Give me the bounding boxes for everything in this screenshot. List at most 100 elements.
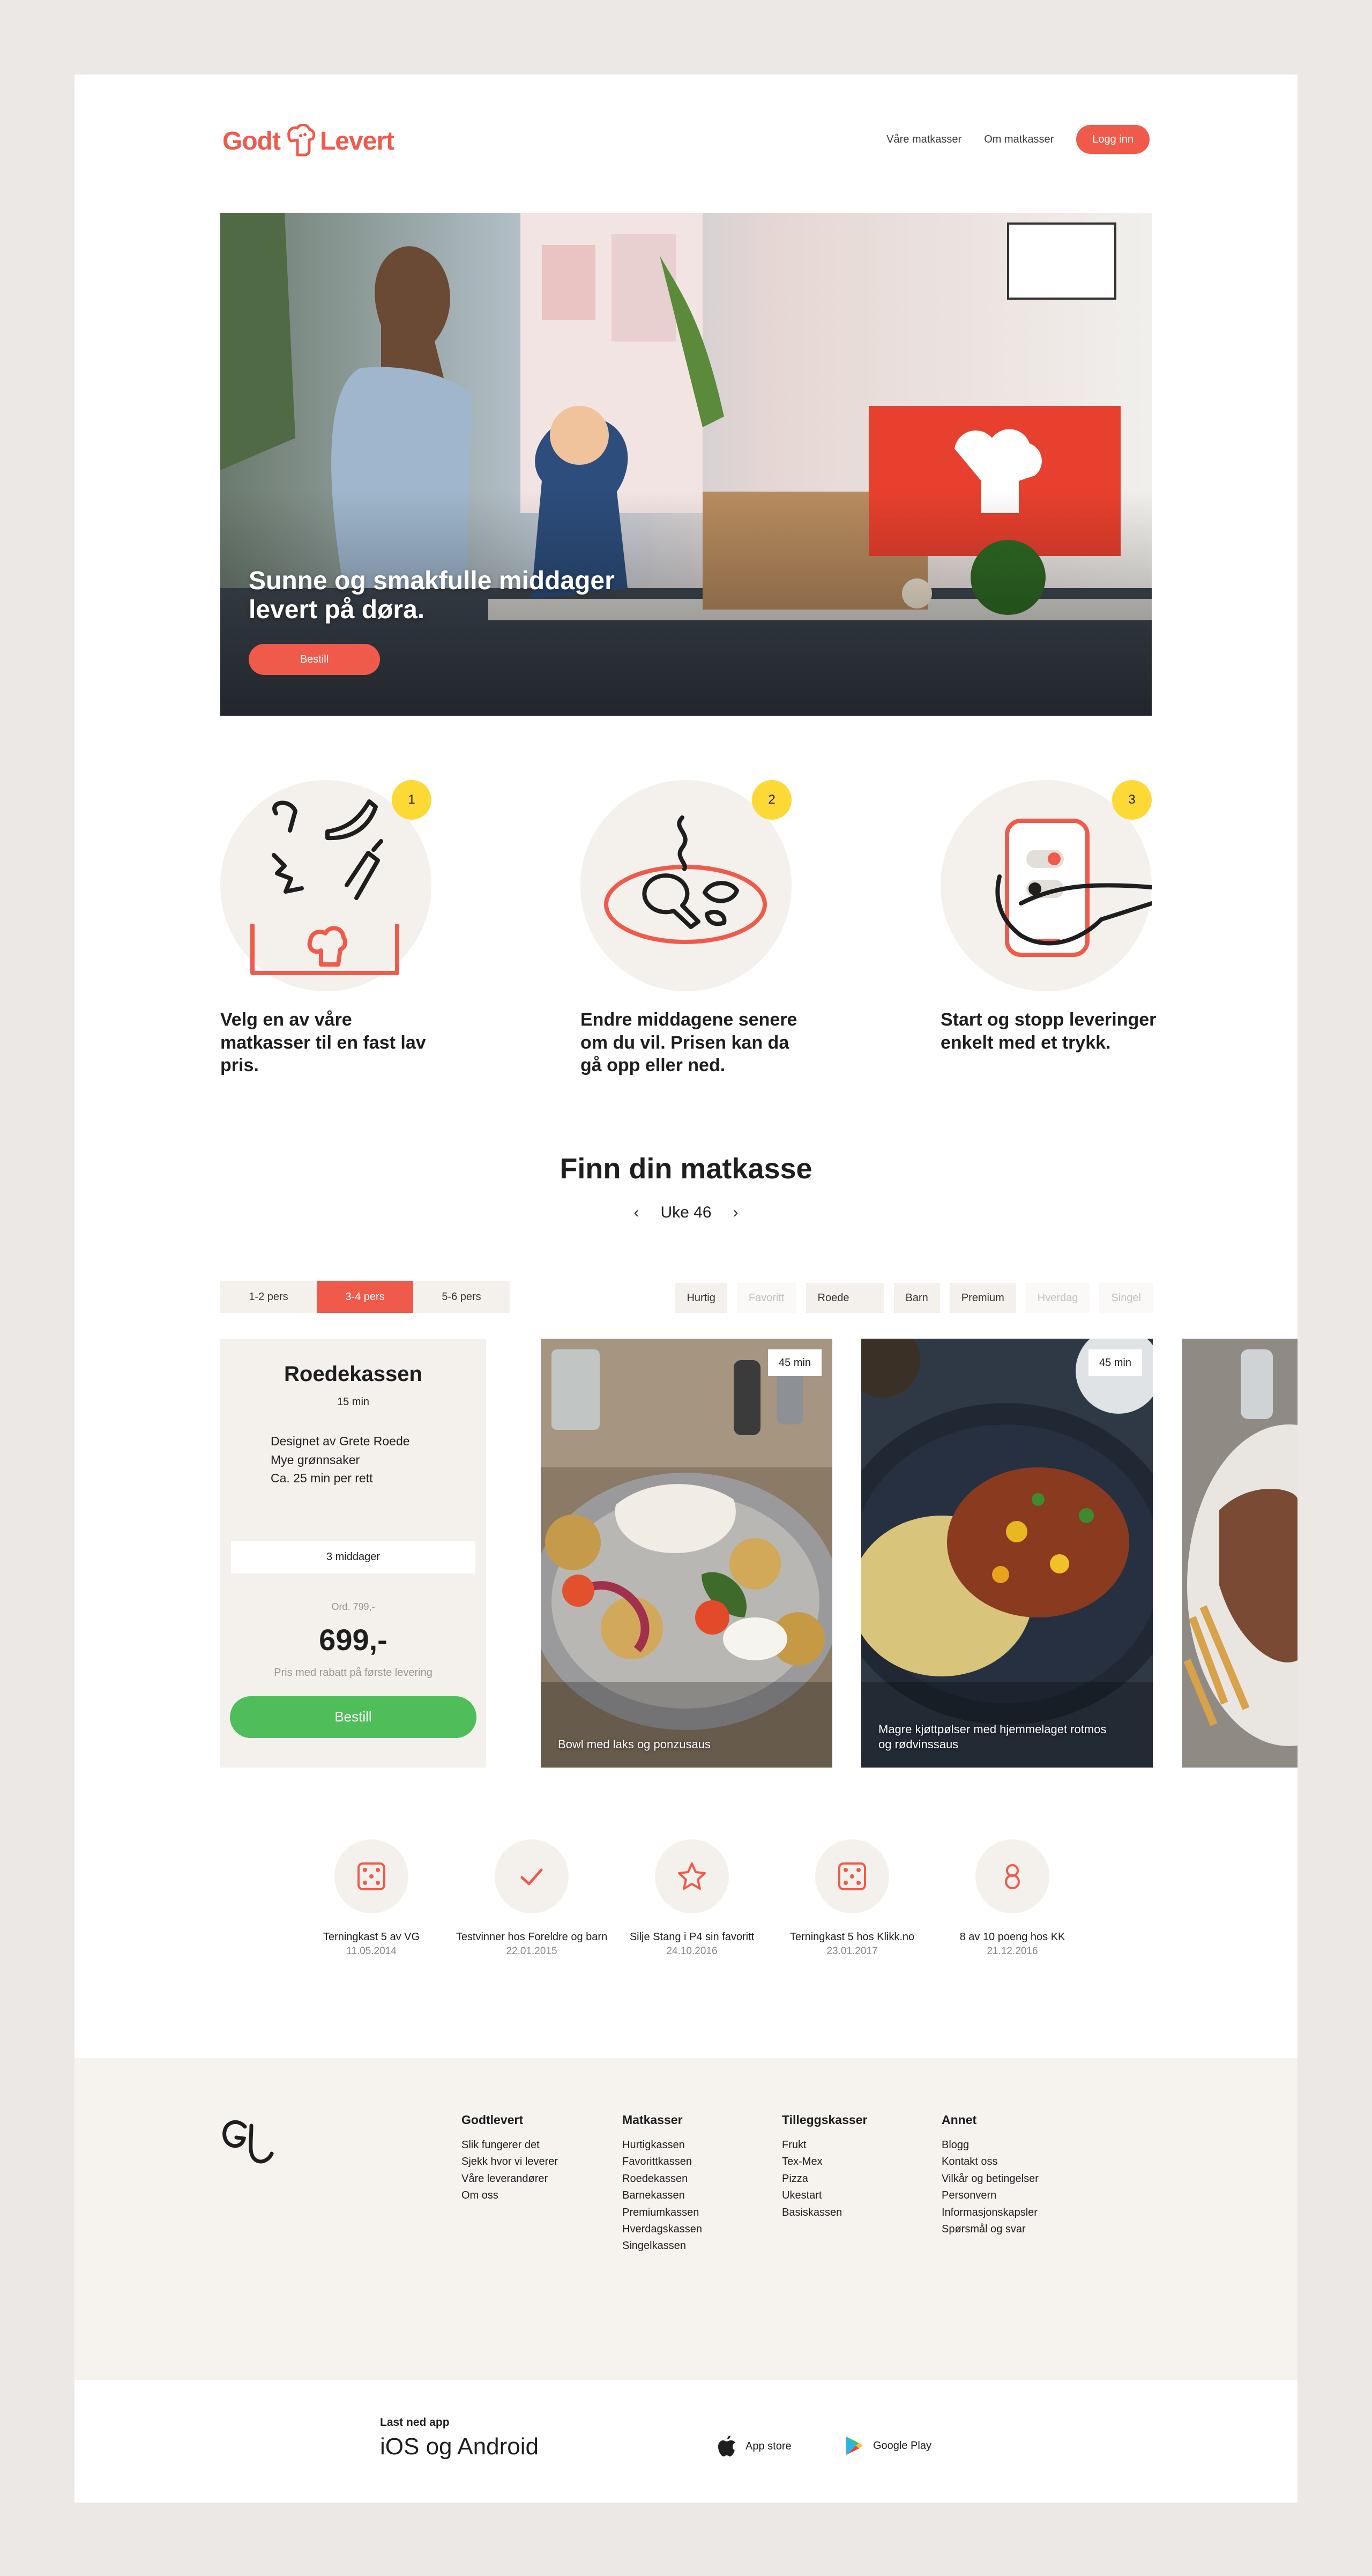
award-icon-wrap (975, 1839, 1049, 1913)
step-3-text: Start og stopp leveringer enkelt med et … (941, 1009, 1157, 1053)
award-date: 22.01.2015 (506, 1946, 557, 1957)
dish-card-partial[interactable] (1182, 1339, 1298, 1768)
step-3-badge: 3 (1112, 780, 1152, 820)
footer-link[interactable]: Våre leverandører (461, 2171, 558, 2187)
logo[interactable]: Godt Levert (222, 120, 394, 162)
app-download: Last ned app iOS og Android App store Go… (74, 2380, 1298, 2503)
check-icon (520, 1868, 543, 1885)
box-card: Roedekassen 15 min Designet av Grete Roe… (220, 1339, 486, 1768)
footer-link[interactable]: Favorittkassen (622, 2154, 702, 2170)
box-desc-line: Mye grønnsaker (271, 1452, 360, 1467)
app-store-label: App store (745, 2440, 792, 2452)
google-play-link[interactable]: Google Play (845, 2436, 931, 2456)
footer-link[interactable]: Singelkassen (622, 2238, 702, 2254)
footer-link[interactable]: Ukestart (782, 2187, 867, 2204)
week-selector: ‹ Uke 46 › (74, 1204, 1298, 1222)
google-play-label: Google Play (873, 2439, 931, 2452)
hero-image: Sunne og smakfulle middager levert på dø… (220, 213, 1152, 716)
footer-link[interactable]: Vilkår og betingelser (942, 2171, 1039, 2187)
discount-note: Pris med rabatt på første levering (274, 1666, 433, 1679)
dish-time-badge: 45 min (1088, 1349, 1142, 1376)
next-week-button[interactable]: › (733, 1204, 739, 1222)
footer-link[interactable]: Informasjonskapsler (942, 2204, 1039, 2221)
footer-link[interactable]: Basiskassen (782, 2204, 867, 2221)
footer-link[interactable]: Tex-Mex (782, 2154, 867, 2170)
award: Testvinner hos Foreldre og barn 22.01.20… (451, 1839, 612, 1957)
filter-singel[interactable]: Singel (1099, 1283, 1153, 1313)
dish-card[interactable]: 45 min Magre kjøttpølser med hjemmelaget… (861, 1339, 1153, 1768)
filter-hurtig[interactable]: Hurtig (675, 1283, 727, 1313)
step-1-badge: 1 (392, 780, 431, 820)
award-title: Terningkast 5 av VG (323, 1931, 420, 1943)
dice-icon (357, 1862, 385, 1890)
app-label: Last ned app (380, 2416, 450, 2429)
step-2-text: Endre middagene senere om du vil. Prisen… (580, 1009, 797, 1075)
app-store-link[interactable]: App store (718, 2436, 792, 2457)
award-icon-wrap (815, 1839, 889, 1913)
award-icon-wrap (334, 1839, 408, 1913)
dish-name: Magre kjøttpølser med hjemmelaget rotmos… (878, 1722, 1107, 1751)
footer-link[interactable]: Personvern (942, 2187, 1039, 2204)
filter-premium[interactable]: Premium (949, 1283, 1016, 1313)
step-2-badge: 2 (752, 780, 792, 820)
page: Godt Levert Våre matkasser Om matkasser … (74, 75, 1298, 2503)
meals-selector[interactable]: 3 middager (231, 1541, 475, 1573)
nav-om-matkasser[interactable]: Om matkasser (984, 133, 1054, 146)
step-2: 2 Endre middagene senere om du vil. Pris… (580, 780, 816, 1077)
footer-link[interactable]: Hverdagskassen (622, 2221, 702, 2238)
week-label: Uke 46 (660, 1204, 712, 1221)
footer-link[interactable]: Frukt (782, 2137, 867, 2154)
footer-link[interactable]: Pizza (782, 2171, 867, 2187)
footer-link[interactable]: Hurtigkassen (622, 2137, 702, 2154)
box-desc-line: Ca. 25 min per rett (271, 1471, 373, 1485)
award: Silje Stang i P4 sin favoritt 24.10.2016 (612, 1839, 772, 1957)
gl-logo-icon[interactable] (220, 2115, 274, 2169)
eight-icon (1005, 1864, 1020, 1889)
dish-card[interactable]: 45 min Bowl med laks og ponzusaus (541, 1339, 832, 1768)
nav-vare-matkasser[interactable]: Våre matkasser (886, 133, 961, 146)
award-date: 21.12.2016 (987, 1946, 1038, 1957)
footer: Godtlevert Slik fungerer det Sjekk hvor … (74, 2058, 1298, 2380)
logo-text-left: Godt (222, 127, 281, 155)
footer-link[interactable]: Roedekassen (622, 2171, 702, 2187)
award-date: 24.10.2016 (666, 1946, 718, 1957)
dish-photo-salmon (541, 1339, 832, 1768)
hero-title: Sunne og smakfulle middager levert på dø… (249, 567, 615, 624)
login-button[interactable]: Logg inn (1076, 125, 1150, 154)
step-1-text: Velg en av våre matkasser til en fast la… (220, 1009, 426, 1075)
persons-selector: 1-2 pers 3-4 pers 5-6 pers (220, 1281, 510, 1313)
hero-order-button[interactable]: Bestill (249, 644, 380, 675)
prev-week-button[interactable]: ‹ (633, 1204, 639, 1222)
step-1-illustration: 1 (220, 780, 431, 991)
google-play-icon (846, 2437, 863, 2455)
dish-photo-sausages (861, 1339, 1153, 1768)
box-name: Roedekassen (284, 1362, 422, 1386)
filter-favoritt[interactable]: Favoritt (736, 1283, 796, 1313)
order-button[interactable]: Bestill (230, 1696, 476, 1738)
award: Terningkast 5 hos Klikk.no 23.01.2017 (772, 1839, 933, 1957)
footer-col-title: Matkasser (622, 2113, 683, 2127)
footer-link[interactable]: Kontakt oss (942, 2154, 1039, 2170)
filter-hverdag[interactable]: Hverdag (1025, 1283, 1090, 1313)
filter-roede[interactable]: Roede (806, 1283, 884, 1313)
footer-col-annet: Annet Blogg Kontakt oss Vilkår og beting… (942, 2113, 1039, 2238)
footer-link[interactable]: Blogg (942, 2137, 1039, 2154)
footer-link[interactable]: Sjekk hvor vi leverer (461, 2154, 558, 2170)
award-icon-wrap (495, 1839, 569, 1913)
dish-photo-meat (1182, 1339, 1298, 1768)
footer-col-title: Annet (942, 2113, 977, 2127)
filter-barn[interactable]: Barn (893, 1283, 940, 1313)
dice-icon (838, 1862, 866, 1890)
footer-link[interactable]: Om oss (461, 2187, 558, 2204)
price: 699,- (319, 1622, 387, 1657)
footer-link[interactable]: Spørsmål og svar (942, 2221, 1039, 2238)
chef-hat-icon (287, 124, 316, 157)
box-time: 15 min (337, 1396, 370, 1408)
size-option-5-6[interactable]: 5-6 pers (413, 1281, 510, 1313)
footer-col-title: Godtlevert (461, 2113, 524, 2127)
footer-link[interactable]: Slik fungerer det (461, 2137, 558, 2154)
footer-link[interactable]: Premiumkassen (622, 2204, 702, 2221)
footer-link[interactable]: Barnekassen (622, 2187, 702, 2204)
size-option-1-2[interactable]: 1-2 pers (220, 1281, 317, 1313)
size-option-3-4[interactable]: 3-4 pers (317, 1281, 413, 1313)
